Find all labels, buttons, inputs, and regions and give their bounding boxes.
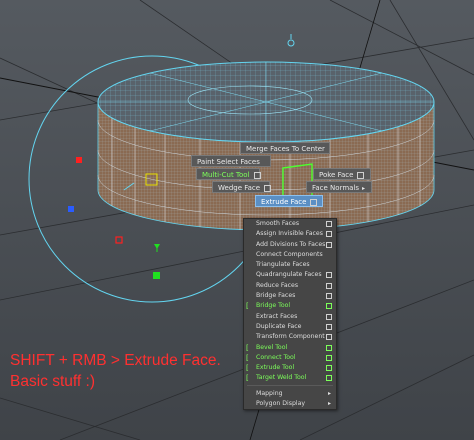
- option-box-icon[interactable]: [264, 184, 272, 192]
- option-box-icon[interactable]: [326, 313, 332, 320]
- option-box-icon[interactable]: [326, 231, 332, 238]
- menu-item-extrude-tool[interactable]: [ Extrude Tool: [244, 363, 336, 373]
- option-box-icon[interactable]: [326, 344, 332, 351]
- wedge-face-button[interactable]: Wedge Face: [212, 181, 272, 193]
- menu-item-bridge-tool[interactable]: [ Bridge Tool: [244, 301, 336, 311]
- menu-item-label: Assign Invisible Faces: [256, 230, 323, 238]
- face-normals-button[interactable]: Face Normals ▸: [306, 181, 372, 193]
- wedge-face-label: Wedge Face: [218, 184, 261, 192]
- menu-item-label: Quadrangulate Faces: [256, 271, 322, 279]
- option-box-icon[interactable]: [326, 282, 332, 289]
- paint-select-faces-button[interactable]: Paint Select Faces: [191, 155, 271, 167]
- menu-item-add-divisions-to-faces[interactable]: Add Divisions To Faces: [244, 240, 336, 250]
- menu-item-assign-invisible-faces[interactable]: Assign Invisible Faces: [244, 229, 336, 239]
- axis-green-arrow: [154, 244, 160, 249]
- tool-bracket-icon: [: [246, 374, 249, 383]
- menu-item-smooth-faces[interactable]: Smooth Faces: [244, 219, 336, 229]
- menu-item-mapping[interactable]: Mapping ▸: [244, 389, 336, 399]
- menu-item-connect-tool[interactable]: [ Connect Tool: [244, 353, 336, 363]
- menu-item-triangulate-faces[interactable]: Triangulate Faces: [244, 260, 336, 270]
- option-box-icon[interactable]: [326, 241, 332, 248]
- menu-item-label: Transform Component: [256, 333, 325, 341]
- option-box-icon[interactable]: [326, 354, 332, 361]
- merge-faces-label: Merge Faces To Center: [246, 145, 325, 153]
- menu-item-duplicate-face[interactable]: Duplicate Face: [244, 322, 336, 332]
- tool-bracket-icon: [: [246, 353, 249, 362]
- menu-item-target-weld-tool[interactable]: [ Target Weld Tool: [244, 373, 336, 383]
- menu-item-label: Polygon Display: [256, 400, 306, 408]
- poke-face-button[interactable]: Poke Face: [313, 168, 371, 180]
- tool-bracket-icon: [: [246, 302, 249, 311]
- menu-item-connect-components[interactable]: Connect Components: [244, 250, 336, 260]
- menu-item-label: Triangulate Faces: [256, 261, 310, 269]
- pivot-marker[interactable]: [287, 39, 295, 47]
- menu-item-label: Reduce Faces: [256, 281, 299, 289]
- menu-item-bevel-tool[interactable]: [ Bevel Tool: [244, 343, 336, 353]
- menu-item-label: Bridge Tool: [256, 302, 291, 310]
- menu-item-label: Connect Tool: [256, 353, 296, 361]
- option-box-icon[interactable]: [326, 334, 332, 341]
- option-box-icon[interactable]: [326, 323, 332, 330]
- axis-red-marker[interactable]: [115, 236, 123, 244]
- menu-item-bridge-faces[interactable]: Bridge Faces: [244, 291, 336, 301]
- option-box-icon[interactable]: [326, 221, 332, 227]
- menu-item-label: Duplicate Face: [256, 322, 302, 330]
- menu-item-label: Bevel Tool: [256, 343, 288, 351]
- menu-item-extract-faces[interactable]: Extract Faces: [244, 312, 336, 322]
- merge-faces-to-center-button[interactable]: Merge Faces To Center: [240, 142, 330, 154]
- face-normals-label: Face Normals: [312, 184, 360, 192]
- option-box-icon[interactable]: [326, 303, 332, 310]
- submenu-arrow-icon: ▸: [327, 389, 331, 397]
- option-box-icon[interactable]: [326, 272, 332, 279]
- menu-item-label: Target Weld Tool: [256, 374, 307, 382]
- menu-item-label: Extrude Tool: [256, 364, 295, 372]
- menu-item-label: Smooth Faces: [256, 220, 300, 227]
- option-box-icon[interactable]: [326, 293, 332, 300]
- extrude-face-button[interactable]: Extrude Face: [255, 195, 323, 207]
- option-box-icon[interactable]: [310, 198, 318, 206]
- submenu-arrow-icon: ▸: [327, 400, 331, 408]
- multi-cut-tool-button[interactable]: Multi-Cut Tool: [196, 168, 261, 180]
- menu-item-reduce-faces[interactable]: Reduce Faces: [244, 281, 336, 291]
- menu-item-polygon-display[interactable]: Polygon Display ▸: [244, 399, 336, 409]
- tool-bracket-icon: [: [246, 343, 249, 352]
- menu-item-label: Connect Components: [256, 250, 323, 258]
- caption-line-1: SHIFT + RMB > Extrude Face.: [10, 352, 221, 369]
- menu-item-quadrangulate-faces[interactable]: Quadrangulate Faces: [244, 270, 336, 280]
- menu-item-label: Bridge Faces: [256, 292, 296, 300]
- caption-text: SHIFT + RMB > Extrude Face. Basic stuff …: [10, 350, 221, 392]
- extrude-face-label: Extrude Face: [261, 198, 307, 206]
- menu-item-label: Add Divisions To Faces: [256, 240, 326, 248]
- menu-item-label: Mapping: [256, 389, 283, 397]
- menu-separator: [247, 384, 333, 388]
- tool-bracket-icon: [: [246, 364, 249, 373]
- menu-item-label: Extract Faces: [256, 312, 298, 320]
- option-box-icon[interactable]: [326, 375, 332, 382]
- option-box-icon[interactable]: [357, 171, 365, 179]
- axis-green-cube[interactable]: [153, 272, 160, 279]
- paint-select-faces-label: Paint Select Faces: [197, 158, 260, 166]
- axis-blue-cube[interactable]: [68, 206, 74, 212]
- axis-red-cube[interactable]: [76, 157, 82, 163]
- caption-line-2: Basic stuff :): [10, 373, 95, 390]
- option-box-icon[interactable]: [253, 171, 261, 179]
- maya-viewport[interactable]: Merge Faces To Center Paint Select Faces…: [0, 0, 474, 440]
- poke-face-label: Poke Face: [319, 171, 354, 179]
- face-context-menu: Smooth Faces Assign Invisible Faces Add Di…: [243, 218, 337, 411]
- menu-item-transform-component[interactable]: Transform Component: [244, 332, 336, 342]
- multi-cut-tool-label: Multi-Cut Tool: [202, 171, 250, 179]
- option-box-icon[interactable]: [326, 365, 332, 372]
- submenu-arrow-icon: ▸: [362, 185, 366, 192]
